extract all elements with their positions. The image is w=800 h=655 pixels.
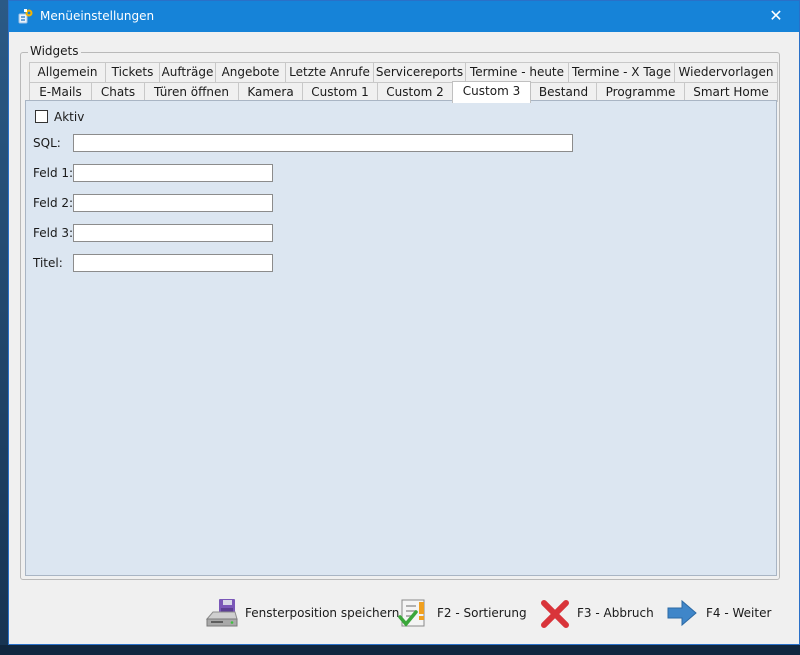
checklist-icon (398, 599, 425, 627)
tab-bestand[interactable]: Bestand (530, 82, 597, 102)
titel-input[interactable] (73, 254, 273, 272)
feld-1-input[interactable] (73, 164, 273, 182)
right-arrow-icon (667, 599, 697, 627)
f4-next-button[interactable]: F4 - Weiter (665, 593, 775, 633)
tab-tueren-oeffnen[interactable]: Türen öffnen (144, 82, 239, 102)
sql-label: SQL: (33, 136, 61, 150)
desktop-background-bottom (0, 645, 800, 655)
save-window-position-label: Fensterposition speichern (245, 606, 400, 620)
tab-angebote[interactable]: Angebote (215, 62, 286, 82)
feld-1-label: Feld 1: (33, 166, 74, 180)
tab-smart-home[interactable]: Smart Home (684, 82, 778, 102)
tab-custom-1[interactable]: Custom 1 (302, 82, 378, 102)
tab-termine-x-tage[interactable]: Termine - X Tage (568, 62, 675, 82)
feld-3-input[interactable] (73, 224, 273, 242)
tab-tickets[interactable]: Tickets (105, 62, 160, 82)
f2-sort-button[interactable]: F2 - Sortierung (398, 593, 528, 633)
window-title: Menüeinstellungen (40, 9, 155, 23)
tab-termine-heute[interactable]: Termine - heute (465, 62, 569, 82)
f2-sort-label: F2 - Sortierung (437, 606, 527, 620)
settings-dialog: Menüeinstellungen ✕ Widgets Allgemein Ti… (8, 0, 800, 645)
save-window-position-button[interactable]: Fensterposition speichern (205, 593, 399, 633)
tab-custom-2[interactable]: Custom 2 (377, 82, 453, 102)
tab-programme[interactable]: Programme (596, 82, 685, 102)
app-icon (18, 9, 33, 24)
feld-2-label: Feld 2: (33, 196, 74, 210)
tab-servicereports[interactable]: Servicereports (373, 62, 466, 82)
tab-allgemein[interactable]: Allgemein (29, 62, 106, 82)
tab-letzte-anrufe[interactable]: Letzte Anrufe (285, 62, 374, 82)
feld-2-input[interactable] (73, 194, 273, 212)
red-x-icon (541, 600, 569, 628)
tab-kamera[interactable]: Kamera (238, 82, 303, 102)
custom-3-tab-page: Aktiv SQL: Feld 1: Feld 2: Feld 3: Titel… (25, 100, 777, 576)
close-button[interactable]: ✕ (753, 1, 799, 32)
feld-3-label: Feld 3: (33, 226, 74, 240)
titel-label: Titel: (33, 256, 63, 270)
floppy-drive-icon (205, 599, 238, 627)
widgets-group-legend: Widgets (28, 44, 81, 58)
tab-custom-3[interactable]: Custom 3 (452, 81, 531, 103)
tab-auftraege[interactable]: Aufträge (159, 62, 216, 82)
f3-cancel-button[interactable]: F3 - Abbruch (538, 593, 658, 633)
f4-next-label: F4 - Weiter (706, 606, 772, 620)
sql-input[interactable] (73, 134, 573, 152)
f3-cancel-label: F3 - Abbruch (577, 606, 654, 620)
tab-e-mails[interactable]: E-Mails (29, 82, 92, 102)
tab-chats[interactable]: Chats (91, 82, 145, 102)
close-icon: ✕ (769, 6, 783, 25)
title-bar: Menüeinstellungen ✕ (9, 1, 799, 32)
aktiv-checkbox[interactable] (35, 110, 48, 123)
aktiv-label: Aktiv (54, 110, 85, 124)
tab-wiedervorlagen[interactable]: Wiedervorlagen (674, 62, 778, 82)
